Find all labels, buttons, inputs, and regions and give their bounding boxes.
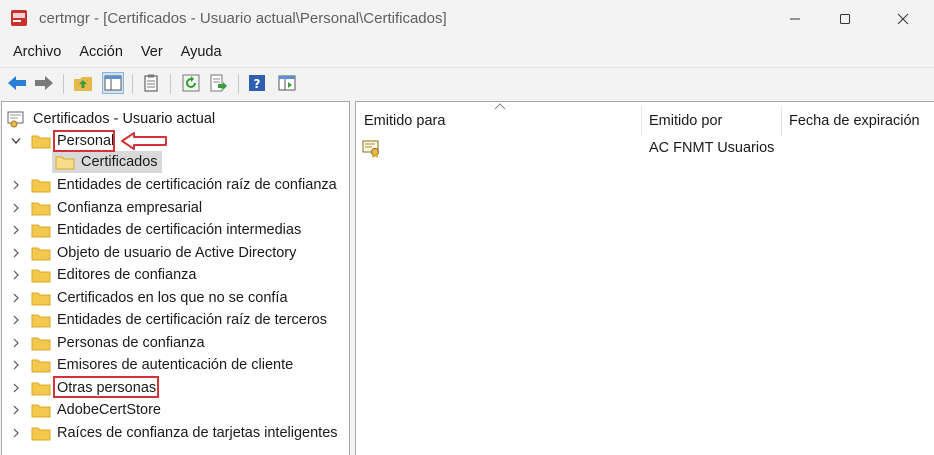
sort-caret-icon	[494, 102, 506, 113]
clipboard-icon[interactable]	[140, 72, 162, 94]
toolbar-separator	[63, 74, 64, 94]
close-button[interactable]	[880, 0, 926, 38]
certmgr-app-icon[interactable]	[9, 8, 29, 28]
export-list-icon[interactable]	[208, 72, 230, 94]
tree-item-label: Personal	[57, 133, 115, 149]
expand-chevron-icon[interactable]	[10, 377, 22, 399]
window-title: certmgr - [Certificados - Usuario actual…	[39, 10, 447, 27]
refresh-icon[interactable]	[180, 72, 202, 94]
maximize-button[interactable]	[822, 0, 868, 38]
expand-chevron-icon[interactable]	[10, 332, 22, 354]
expand-chevron-icon[interactable]	[10, 264, 22, 286]
expand-chevron-icon[interactable]	[10, 422, 22, 444]
table-row[interactable]: AC FNMT Usuarios	[356, 138, 934, 160]
toolbar-separator	[132, 74, 133, 94]
tree-root-label: Certificados - Usuario actual	[33, 111, 216, 127]
tree-item-label: Raíces de confianza de tarjetas intelige…	[57, 424, 338, 441]
list-header: Emitido para Emitido por Fecha de expira…	[356, 102, 934, 138]
minimize-button[interactable]	[772, 0, 818, 38]
tree-item-label: Entidades de certificación raíz de confi…	[57, 177, 337, 193]
menu-bar: Archivo Acción Ver Ayuda	[0, 38, 934, 66]
tree-item[interactable]: Editores de confianza	[2, 264, 347, 286]
column-header-emitido-por[interactable]: Emitido por	[649, 113, 722, 129]
column-divider[interactable]	[641, 106, 642, 136]
tree-item[interactable]: Objeto de usuario de Active Directory	[2, 242, 347, 264]
tree-item-label: Objeto de usuario de Active Directory	[57, 244, 297, 261]
menu-accion[interactable]: Acción	[70, 38, 132, 66]
folder-icon	[31, 245, 51, 261]
back-arrow-icon[interactable]	[6, 72, 28, 94]
certificate-list[interactable]: Emitido para Emitido por Fecha de expira…	[355, 101, 934, 455]
folder-icon	[31, 335, 51, 351]
show-hide-tree-icon[interactable]	[102, 72, 124, 94]
svg-text:?: ?	[254, 77, 261, 91]
title-bar: certmgr - [Certificados - Usuario actual…	[0, 0, 934, 38]
tree-item[interactable]: Entidades de certificación raíz de terce…	[2, 309, 347, 331]
red-arrow-icon	[120, 131, 168, 151]
folder-icon	[31, 425, 51, 441]
menu-archivo[interactable]: Archivo	[4, 38, 70, 66]
expand-chevron-icon[interactable]	[10, 399, 22, 421]
tree-item-label: Otras personas	[57, 379, 157, 396]
cell-emitido-por: AC FNMT Usuarios	[649, 140, 775, 156]
collapse-chevron-icon[interactable]	[10, 130, 22, 152]
help-icon[interactable]: ?	[246, 72, 268, 94]
folder-icon	[31, 200, 51, 216]
tree-item-label: Emisores de autenticación de cliente	[57, 357, 294, 373]
tree-item[interactable]: Emisores de autenticación de cliente	[2, 354, 347, 376]
tree-item-label: Editores de confianza	[57, 267, 197, 283]
tree-item-certificados[interactable]: Certificados	[2, 151, 302, 173]
tree-item-label: Confianza empresarial	[57, 199, 203, 216]
tree-item-label: Personas de confianza	[57, 334, 205, 351]
menu-ayuda[interactable]: Ayuda	[172, 38, 231, 66]
properties-icon[interactable]	[276, 72, 298, 94]
tree-item[interactable]: Entidades de certificación intermedias	[2, 219, 347, 241]
cert-store-root-icon	[6, 109, 26, 129]
expand-chevron-icon[interactable]	[10, 287, 22, 309]
folder-icon	[31, 267, 51, 283]
column-divider[interactable]	[781, 106, 782, 136]
tree-item-label: Certificados	[81, 154, 158, 170]
toolbar-separator	[170, 74, 171, 94]
tree-item-label: AdobeCertStore	[57, 402, 161, 418]
expand-chevron-icon[interactable]	[10, 309, 22, 331]
tree-item[interactable]: Personas de confianza	[2, 332, 347, 354]
folder-icon	[31, 133, 51, 149]
tree-item[interactable]: Confianza empresarial	[2, 197, 347, 219]
folder-icon	[31, 402, 51, 418]
certificate-icon	[362, 139, 382, 159]
folder-icon	[31, 177, 51, 193]
menu-ver[interactable]: Ver	[132, 38, 172, 66]
tree-item[interactable]: Certificados en los que no se confía	[2, 287, 347, 309]
up-folder-icon[interactable]	[72, 72, 94, 94]
expand-chevron-icon[interactable]	[10, 197, 22, 219]
toolbar-separator	[238, 74, 239, 94]
tree-item[interactable]: AdobeCertStore	[2, 399, 347, 421]
console-tree[interactable]: Certificados - Usuario actual Personal C…	[1, 101, 350, 455]
tree-item[interactable]: Entidades de certificación raíz de confi…	[2, 174, 347, 196]
tree-item-label: Entidades de certificación intermedias	[57, 222, 302, 238]
column-header-emitido-para[interactable]: Emitido para	[364, 113, 445, 129]
toolbar: ?	[0, 67, 934, 99]
folder-icon	[31, 290, 51, 306]
tree-item[interactable]: Otras personas	[2, 377, 347, 399]
expand-chevron-icon[interactable]	[10, 242, 22, 264]
expand-chevron-icon[interactable]	[10, 219, 22, 241]
folder-icon	[55, 154, 75, 170]
tree-item-label: Entidades de certificación raíz de terce…	[57, 312, 327, 328]
expand-chevron-icon[interactable]	[10, 354, 22, 376]
folder-icon	[31, 357, 51, 373]
tree-item-label: Certificados en los que no se confía	[57, 289, 288, 306]
tree-item[interactable]: Raíces de confianza de tarjetas intelige…	[2, 422, 347, 444]
expand-chevron-icon[interactable]	[10, 174, 22, 196]
folder-icon	[31, 380, 51, 396]
folder-icon	[31, 222, 51, 238]
forward-arrow-icon[interactable]	[33, 72, 55, 94]
folder-icon	[31, 312, 51, 328]
column-header-fecha-expiracion[interactable]: Fecha de expiración	[789, 113, 920, 129]
